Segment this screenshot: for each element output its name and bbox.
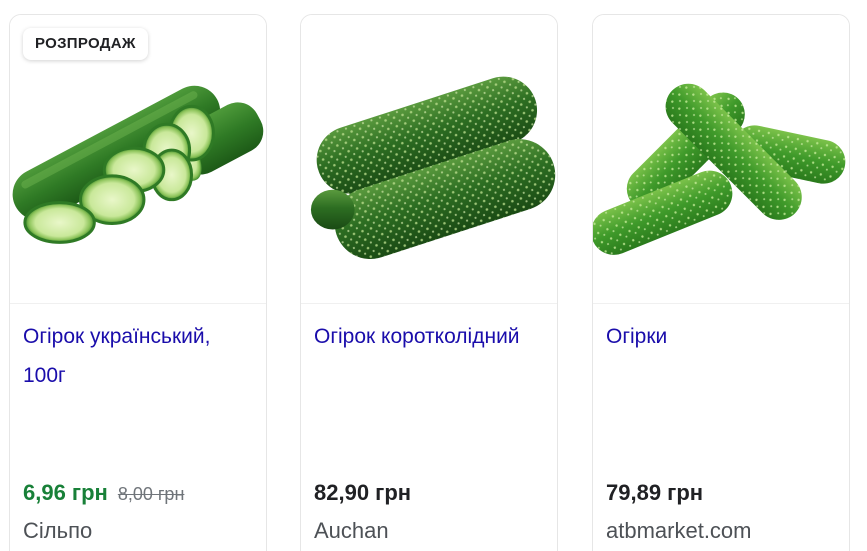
product-card[interactable]: РОЗПРОДАЖ Огірок український, 100г 6,96 …: [9, 14, 267, 551]
store-name: Auchan: [314, 518, 389, 543]
price: 79,89 грн: [606, 480, 704, 505]
price: 82,90 грн: [314, 480, 412, 505]
product-carousel: РОЗПРОДАЖ Огірок український, 100г 6,96 …: [0, 0, 867, 551]
product-title[interactable]: Огірки: [606, 317, 838, 356]
price-line: 82,90 грн: [314, 477, 411, 509]
product-image-cucumbers-pair[interactable]: [301, 15, 557, 304]
product-card[interactable]: Огірок коротколідний 82,90 грн Auchan: [300, 14, 558, 551]
price-line: 6,96 грн 8,00 грн: [23, 477, 184, 510]
sale-price: 6,96 грн: [23, 480, 108, 505]
product-image-cucumbers-pile[interactable]: [593, 15, 849, 304]
product-title[interactable]: Огірок український, 100г: [23, 317, 255, 395]
product-card[interactable]: Огірки 79,89 грн atbmarket.com: [592, 14, 850, 551]
sale-badge: РОЗПРОДАЖ: [23, 28, 148, 60]
store-name: atbmarket.com: [606, 518, 752, 543]
store-name: Сільпо: [23, 518, 93, 543]
old-price: 8,00 грн: [117, 484, 185, 504]
product-title[interactable]: Огірок коротколідний: [314, 317, 546, 356]
price-line: 79,89 грн: [606, 477, 703, 509]
